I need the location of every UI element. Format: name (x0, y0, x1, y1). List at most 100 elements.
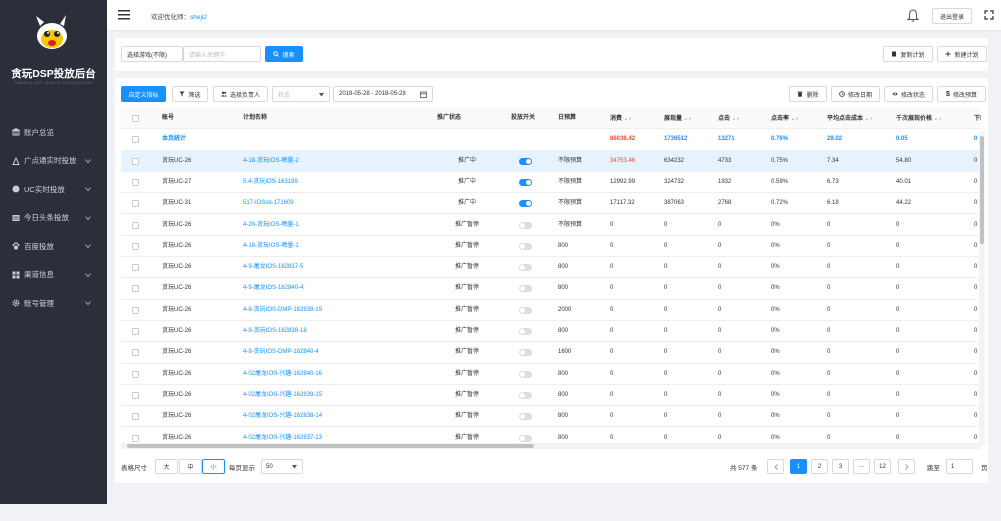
table-row[interactable]: 贪玩UC-26 4-18-贪玩IOS-晒量-2 推广中 不限预算 34753.46 634… (121, 150, 981, 172)
column-header[interactable]: 平均点击成本 (827, 116, 863, 122)
sort-icon[interactable]: ▲▼ (791, 116, 799, 121)
row-checkbox[interactable] (132, 413, 139, 421)
cell-plan[interactable]: 4-02屠龙IOS-兴趣-162837-13 (243, 435, 322, 441)
table-row[interactable]: 贪玩UC-27 5.4-贪玩IOS-163199 推广中 不限预算 12992.99 32… (121, 172, 981, 194)
row-checkbox[interactable] (132, 328, 139, 335)
copy-plan-button[interactable]: 复制计划 (883, 46, 933, 62)
custom-metrics-button[interactable]: 自定义指标 (121, 86, 166, 102)
row-checkbox[interactable] (132, 221, 139, 229)
vertical-scrollbar-thumb[interactable] (980, 136, 984, 244)
delete-button[interactable]: 删除 (789, 86, 827, 102)
horizontal-scrollbar[interactable] (121, 443, 981, 449)
cell-plan[interactable]: 4-18-贪玩IOS-晒量-1 (243, 243, 299, 249)
table-row[interactable]: 贪玩UC-26 4-20-贪玩IOS-晒量-1 推广暂停 不限预算 0 0 0 0% 0 0 0 (121, 215, 981, 236)
delivery-toggle[interactable] (519, 413, 532, 421)
delivery-toggle[interactable] (519, 200, 532, 208)
cell-plan[interactable]: 4-8-贪玩IOS-DMP-162838-19 (243, 307, 322, 313)
next-page-button[interactable] (898, 459, 915, 474)
column-header[interactable]: 点击率 (771, 116, 789, 122)
row-checkbox[interactable] (132, 434, 139, 442)
page-button[interactable]: 12 (874, 459, 891, 474)
select-all-checkbox[interactable] (132, 115, 139, 122)
table-row[interactable]: 贪玩UC-31 517-IOSsb-171609 推广中 不限预算 17117.32 38… (121, 193, 981, 215)
edit-budget-button[interactable]: $ 修改预算 (937, 86, 986, 102)
page-button[interactable]: 3 (832, 459, 849, 474)
new-plan-button[interactable]: 新建计划 (937, 46, 987, 62)
table-size-option[interactable]: 小 (202, 459, 225, 474)
table-row[interactable]: 贪玩UC-26 4-9-屠龙IOS-162837-5 推广暂停 800 0 0 0 0% 0 0 0 (121, 257, 981, 279)
table-row[interactable]: 贪玩UC-26 4-8-贪玩IOS-DMP-162840-4 推广暂停 1600 0 0 0… (121, 342, 981, 364)
bell-icon[interactable] (907, 9, 919, 22)
column-header[interactable]: 点击 (718, 116, 730, 122)
row-checkbox[interactable] (132, 349, 139, 357)
sort-icon[interactable]: ▲▼ (732, 116, 740, 121)
delivery-toggle[interactable] (519, 264, 532, 272)
delivery-toggle[interactable] (519, 285, 532, 293)
sidebar-item-7[interactable]: 账号管理 (0, 289, 107, 318)
sidebar-item-5[interactable]: 百度投放 (0, 232, 107, 261)
delivery-toggle[interactable] (519, 328, 532, 335)
edit-status-button[interactable]: 修改状态 (884, 86, 933, 102)
fullscreen-icon[interactable] (984, 10, 994, 20)
delivery-toggle[interactable] (519, 434, 532, 442)
table-row[interactable]: 贪玩UC-26 4-02屠龙IOS-兴趣-162839-15 推广暂停 800 0 0 0 0… (121, 385, 981, 407)
column-header[interactable]: 展现量 (664, 116, 682, 122)
column-header[interactable]: 千次展现价格 (896, 116, 932, 122)
sidebar-item-2[interactable]: 广点通实时投放 (0, 147, 107, 176)
row-checkbox[interactable] (132, 242, 139, 250)
username-link[interactable]: sheji2 (190, 14, 207, 21)
date-range-picker[interactable]: 2018-05-28 - 2018-05-28 (333, 86, 433, 102)
cell-plan[interactable]: 4-9-屠龙IOS-162840-4 (243, 285, 303, 291)
row-checkbox[interactable] (132, 157, 139, 165)
delivery-toggle[interactable] (519, 157, 532, 165)
cell-plan[interactable]: 4-18-贪玩IOS-晒量-2 (243, 158, 299, 164)
row-checkbox[interactable] (132, 285, 139, 293)
table-row[interactable]: 贪玩UC-26 4-02屠龙IOS-兴趣-162840-16 推广暂停 800 0 0 0 0… (121, 364, 981, 385)
delivery-toggle[interactable] (519, 349, 532, 357)
cell-plan[interactable]: 4-02屠龙IOS-兴趣-162839-15 (243, 392, 322, 398)
row-checkbox[interactable] (132, 200, 139, 208)
row-checkbox[interactable] (132, 136, 139, 144)
delivery-toggle[interactable] (519, 370, 532, 378)
delivery-toggle[interactable] (519, 391, 532, 399)
delivery-toggle[interactable] (519, 221, 532, 229)
table-row[interactable]: 贪玩UC-26 4-8-贪玩IOS-DMP-162838-19 推广暂停 2000 0 0… (121, 300, 981, 321)
delivery-toggle[interactable] (519, 306, 532, 314)
cell-plan[interactable]: 4-02屠龙IOS-兴趣-162838-14 (243, 413, 322, 419)
sort-icon[interactable]: ▲▼ (865, 116, 873, 121)
game-select[interactable]: 选择游戏(不限) (121, 46, 183, 62)
row-checkbox[interactable] (132, 178, 139, 186)
filter-button[interactable]: 筛选 (172, 86, 208, 102)
sidebar-item-6[interactable]: 渠道信息 (0, 261, 107, 290)
keyword-input[interactable]: 请输入关键字 (183, 46, 261, 62)
table-row[interactable]: 贪玩UC-26 4-02屠龙IOS-兴趣-162838-14 推广暂停 800 0 0 0 0… (121, 406, 981, 428)
table-row[interactable]: 贪玩UC-26 4-18-贪玩IOS-晒量-1 推广暂停 800 0 0 0 0% 0 0 0 (121, 236, 981, 258)
menu-toggle-icon[interactable] (118, 10, 130, 20)
cell-plan[interactable]: 517-IOSsb-171609 (243, 200, 294, 206)
per-page-select[interactable]: 50 (261, 459, 303, 474)
horizontal-scrollbar-thumb[interactable] (127, 444, 534, 448)
cell-plan[interactable]: 4-8-贪玩IOS-162838-18 (243, 328, 307, 334)
vertical-scrollbar[interactable] (979, 132, 985, 445)
row-checkbox[interactable] (132, 264, 139, 272)
search-button[interactable]: 搜索 (265, 46, 303, 62)
sidebar-item-4[interactable]: 今日头条投放 (0, 204, 107, 233)
row-checkbox[interactable] (132, 370, 139, 378)
column-header[interactable]: 下载 (974, 116, 981, 122)
delivery-toggle[interactable] (519, 178, 532, 186)
sidebar-item-1[interactable]: 账户总览 (0, 118, 107, 147)
page-button[interactable]: 1 (790, 459, 807, 474)
column-header[interactable]: 消费 (610, 116, 622, 122)
status-select[interactable]: 状态 (272, 86, 330, 102)
page-button[interactable]: 2 (811, 459, 828, 474)
row-checkbox[interactable] (132, 391, 139, 399)
table-row[interactable]: 贪玩UC-26 4-8-贪玩IOS-162838-18 推广暂停 800 0 0 0 0% 0 0… (121, 321, 981, 343)
cell-plan[interactable]: 4-20-贪玩IOS-晒量-1 (243, 222, 299, 228)
edit-date-button[interactable]: 修改日期 (831, 86, 880, 102)
cell-plan[interactable]: 4-9-屠龙IOS-162837-5 (243, 264, 303, 270)
table-row[interactable]: 贪玩UC-26 4-9-屠龙IOS-162840-4 推广暂停 800 0 0 0 0% 0 0 0 (121, 278, 981, 300)
page-button[interactable]: ··· (853, 459, 870, 474)
cell-plan[interactable]: 5.4-贪玩IOS-163199 (243, 179, 298, 185)
delivery-toggle[interactable] (519, 242, 532, 250)
sort-icon[interactable]: ▲▼ (624, 116, 632, 121)
